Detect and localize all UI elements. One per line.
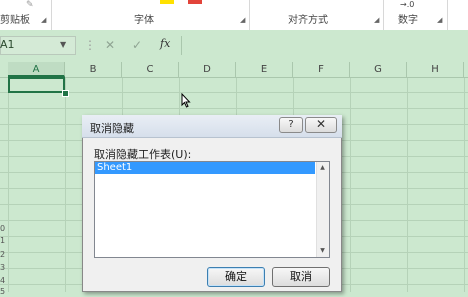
row-number[interactable]: 2	[0, 250, 8, 260]
column-header-f[interactable]: F	[293, 62, 350, 77]
alignment-group-label: 对齐方式	[288, 15, 328, 26]
active-cell-a1[interactable]	[8, 77, 65, 93]
formula-bar-grip-icon: ⋮	[84, 38, 96, 52]
mouse-cursor-icon	[181, 93, 191, 108]
dialog-title: 取消隐藏	[90, 122, 134, 135]
name-box-value: A1	[0, 38, 15, 51]
row-number[interactable]: 4	[0, 276, 8, 286]
chevron-down-icon[interactable]: ▼	[60, 40, 66, 49]
clipboard-launcher-icon[interactable]: ◢	[41, 17, 48, 24]
fill-handle[interactable]	[62, 90, 69, 97]
font-group-label: 字体	[134, 15, 154, 26]
column-header-e[interactable]: E	[236, 62, 293, 77]
listbox-scrollbar[interactable]	[316, 162, 329, 257]
column-header-a[interactable]: A	[8, 62, 65, 77]
column-header-d[interactable]: D	[179, 62, 236, 77]
formula-input[interactable]	[181, 36, 468, 55]
ribbon-separator	[249, 0, 250, 30]
font-launcher-icon[interactable]: ◢	[240, 17, 247, 24]
help-button[interactable]: ?	[279, 117, 303, 133]
row-number[interactable]: 3	[0, 263, 8, 273]
alignment-launcher-icon[interactable]: ◢	[374, 17, 381, 24]
unhide-sheet-label: 取消隐藏工作表(U):	[94, 148, 192, 161]
enter-icon[interactable]: ✓	[132, 38, 142, 52]
number-launcher-icon[interactable]: ◢	[437, 17, 444, 24]
list-item[interactable]: Sheet1	[95, 162, 315, 174]
number-group-label: 数字	[398, 15, 418, 26]
column-header-b[interactable]: B	[65, 62, 122, 77]
scroll-up-icon[interactable]: ▲	[316, 162, 329, 174]
row-number[interactable]: 1	[0, 236, 8, 246]
cancel-icon[interactable]: ✕	[105, 38, 115, 52]
ok-button[interactable]: 确定	[207, 267, 265, 287]
column-header-g[interactable]: G	[350, 62, 407, 77]
highlight-color-icon[interactable]	[160, 0, 174, 4]
font-color-icon[interactable]	[188, 0, 202, 4]
column-header-c[interactable]: C	[122, 62, 179, 77]
ribbon-separator	[51, 0, 52, 30]
row-number[interactable]: 5	[0, 287, 8, 297]
row-number[interactable]: 0	[0, 224, 8, 234]
ribbon-separator	[447, 0, 448, 30]
insert-function-button[interactable]: fx	[160, 37, 170, 50]
decrease-decimal-icon[interactable]: →.0	[400, 0, 414, 9]
column-header-h[interactable]: H	[407, 62, 464, 77]
sheet-listbox[interactable]	[94, 161, 330, 258]
close-button[interactable]: ✕	[305, 117, 337, 133]
clipboard-group-label: 剪贴板	[0, 15, 30, 26]
scroll-down-icon[interactable]: ▼	[316, 245, 329, 257]
format-painter-icon[interactable]: ✎	[26, 0, 34, 10]
cancel-button[interactable]: 取消	[272, 267, 330, 287]
ribbon-separator	[383, 0, 384, 30]
